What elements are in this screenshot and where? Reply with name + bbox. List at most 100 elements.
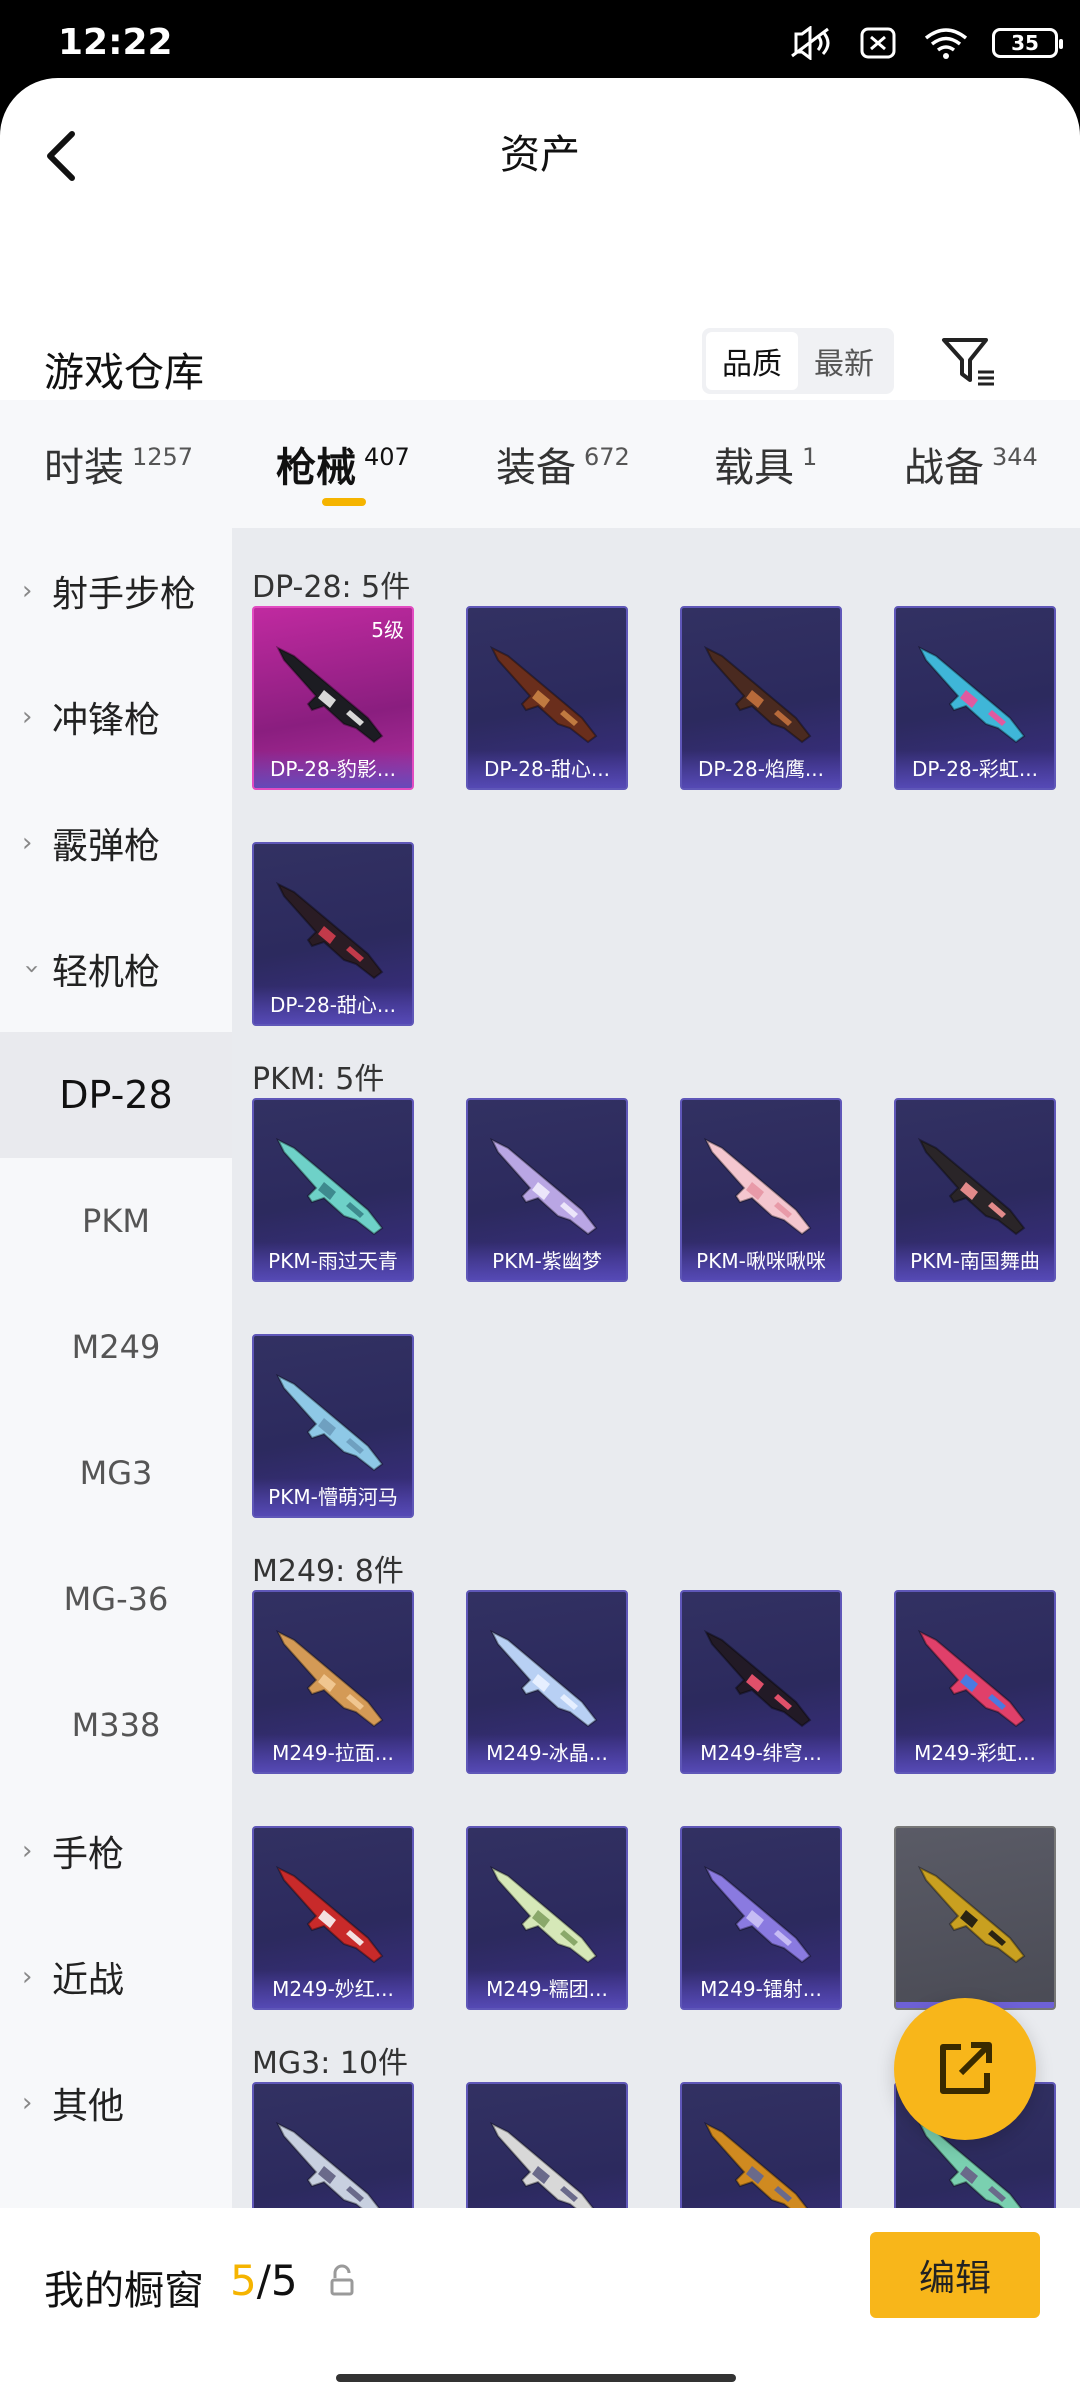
skin-card[interactable]: PKM-懵萌河马 <box>252 1334 414 1518</box>
sidebar-sub-pkm[interactable]: PKM <box>0 1158 232 1284</box>
gun-image <box>489 1137 598 1236</box>
showcase-bar: 我的橱窗 5/5 编辑 <box>0 2208 1080 2400</box>
sort-toggle: 品质 最新 <box>702 328 894 394</box>
tab-count: 672 <box>584 443 630 471</box>
sidebar-item-smg[interactable]: › 冲锋枪 <box>0 654 232 780</box>
status-time: 12:22 <box>58 22 173 63</box>
skin-card-name: M249-绯穹... <box>682 1734 840 1772</box>
group-title: MG3: 10件 <box>252 2046 409 2081</box>
tab-equipment[interactable]: 装备 672 <box>496 400 630 528</box>
gun-image <box>703 645 812 744</box>
skin-card-name: M249-彩虹... <box>896 1734 1054 1772</box>
showcase-count: 5/5 <box>230 2256 298 2305</box>
skin-card-name: M249-糯团... <box>468 1970 626 2008</box>
chevron-right-icon: › <box>22 1836 33 1866</box>
gun-image <box>703 1865 812 1964</box>
skin-card-name: PKM-雨过天青 <box>254 1242 412 1280</box>
skin-card-name: DP-28-彩虹... <box>896 750 1054 788</box>
sidebar-sub-mg36[interactable]: MG-36 <box>0 1536 232 1662</box>
tab-fashion[interactable]: 时装 1257 <box>44 400 193 528</box>
sidebar-item-lmg[interactable]: › 轻机枪 <box>0 906 232 1032</box>
chevron-right-icon: › <box>22 576 33 606</box>
sidebar-item-label: 其他 <box>52 2086 125 2127</box>
category-tabs: 时装 1257 枪械 407 装备 672 载具 1 战备 344 <box>0 400 1080 528</box>
sidebar-item-label: 手枪 <box>52 1834 125 1875</box>
sidebar-item-pistol[interactable]: › 手枪 <box>0 1788 232 1914</box>
gun-image <box>489 1629 598 1728</box>
sidebar-item-marksman-rifle[interactable]: › 射手步枪 <box>0 528 232 654</box>
skin-card[interactable]: M249-妙红... <box>252 1826 414 2010</box>
skin-card-name: PKM-懵萌河马 <box>254 1478 412 1516</box>
skin-card[interactable]: DP-28-豹影... 5级 <box>252 606 414 790</box>
group-title: M249: 8件 <box>252 1554 404 1589</box>
sidebar-sub-m338[interactable]: M338 <box>0 1662 232 1788</box>
skin-card-name: DP-28-焰鹰... <box>682 750 840 788</box>
tab-label: 战备 <box>904 445 984 491</box>
share-button[interactable] <box>894 1998 1036 2140</box>
chevron-right-icon: › <box>22 828 33 858</box>
sidebar-sub-m249[interactable]: M249 <box>0 1284 232 1410</box>
skin-card[interactable]: M249-绯穹... <box>680 1590 842 1774</box>
gun-image <box>275 1137 384 1236</box>
skin-card[interactable]: PKM-啾咪啾咪 <box>680 1098 842 1282</box>
tab-guns[interactable]: 枪械 407 <box>276 400 410 528</box>
gun-image <box>275 1629 384 1728</box>
skin-card[interactable]: M249-冰晶... <box>466 1590 628 1774</box>
tab-vehicles[interactable]: 载具 1 <box>714 400 817 528</box>
weapon-category-sidebar: › 射手步枪 › 冲锋枪 › 霰弹枪 › 轻机枪 DP-28 PKM M249 … <box>0 528 232 2290</box>
tab-label: 装备 <box>496 445 576 491</box>
tab-active-indicator <box>322 498 366 506</box>
skin-card[interactable]: M249-彩虹... <box>894 1590 1056 1774</box>
tab-combat-gear[interactable]: 战备 344 <box>904 400 1038 528</box>
chevron-down-icon: › <box>17 963 47 975</box>
sidebar-sub-mg3[interactable]: MG3 <box>0 1410 232 1536</box>
gun-image <box>275 645 384 744</box>
skin-card-name: DP-28-甜心... <box>254 986 412 1024</box>
top-bar: 资产 <box>0 78 1080 228</box>
skin-card[interactable]: DP-28-焰鹰... <box>680 606 842 790</box>
skin-card[interactable]: M249-拉面... <box>252 1590 414 1774</box>
skin-card-name: DP-28-甜心... <box>468 750 626 788</box>
status-bar: 12:22 35 <box>0 0 1080 78</box>
sidebar-sub-dp28[interactable]: DP-28 <box>0 1032 232 1158</box>
page-title: 资产 <box>500 132 580 178</box>
home-indicator[interactable] <box>336 2374 736 2382</box>
sort-option-newest[interactable]: 最新 <box>798 332 890 390</box>
gun-image <box>489 645 598 744</box>
skin-card-name: DP-28-豹影... <box>254 750 412 788</box>
filter-icon <box>942 338 994 386</box>
chevron-right-icon: › <box>22 2088 33 2118</box>
gun-image <box>275 1373 384 1472</box>
skin-card[interactable]: DP-28-甜心... <box>252 842 414 1026</box>
section-title: 游戏仓库 <box>44 350 204 396</box>
skin-card-name: M249-冰晶... <box>468 1734 626 1772</box>
edit-button[interactable]: 编辑 <box>870 2232 1040 2318</box>
skin-card-name: M249-镭射... <box>682 1970 840 2008</box>
skin-card[interactable]: M249-镭射... <box>680 1826 842 2010</box>
mute-vibrate-icon <box>788 25 832 61</box>
skin-card[interactable] <box>894 1826 1056 2010</box>
gun-image <box>703 1137 812 1236</box>
tab-count: 1 <box>802 443 818 471</box>
skin-card[interactable]: M249-糯团... <box>466 1826 628 2010</box>
sidebar-item-melee[interactable]: › 近战 <box>0 1914 232 2040</box>
skin-card[interactable]: PKM-紫幽梦 <box>466 1098 628 1282</box>
skin-card[interactable]: DP-28-彩虹... <box>894 606 1056 790</box>
tab-count: 344 <box>992 443 1038 471</box>
sidebar-item-other[interactable]: › 其他 <box>0 2040 232 2166</box>
showcase-label: 我的橱窗 <box>44 2268 204 2314</box>
skin-card[interactable]: DP-28-甜心... <box>466 606 628 790</box>
showcase-count-total: /5 <box>256 2256 298 2305</box>
gun-image <box>275 1865 384 1964</box>
sidebar-item-label: 轻机枪 <box>52 952 161 993</box>
skin-card-name: M249-拉面... <box>254 1734 412 1772</box>
skin-card[interactable]: PKM-雨过天青 <box>252 1098 414 1282</box>
gun-image <box>917 1137 1026 1236</box>
skin-card-name: PKM-紫幽梦 <box>468 1242 626 1280</box>
tab-count: 1257 <box>132 443 194 471</box>
gun-image <box>917 645 1026 744</box>
skin-card[interactable]: PKM-南国舞曲 <box>894 1098 1056 1282</box>
sort-option-quality[interactable]: 品质 <box>706 332 798 390</box>
sidebar-item-shotgun[interactable]: › 霰弹枪 <box>0 780 232 906</box>
filter-button[interactable] <box>938 334 998 390</box>
